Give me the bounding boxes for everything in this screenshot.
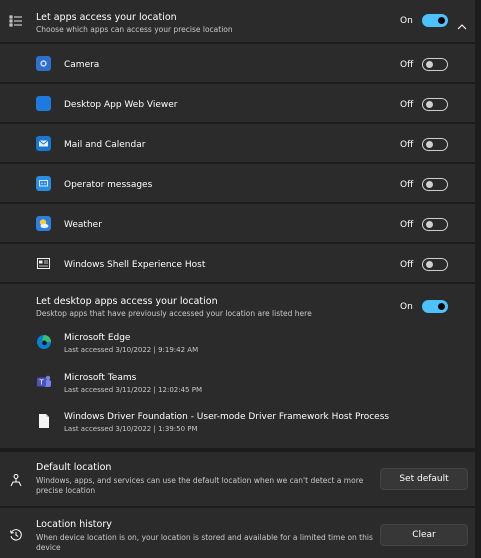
app-state-camera: Off (400, 60, 414, 70)
toggle-knob (426, 101, 433, 108)
apps-location-title: Let apps access your location (36, 12, 177, 23)
toggle-knob (438, 17, 445, 24)
web-viewer-toggle[interactable] (422, 98, 448, 111)
weather-icon (36, 216, 51, 231)
desktop-apps-section: Let desktop apps access your location De… (0, 284, 475, 448)
app-state-web-viewer: Off (400, 100, 414, 110)
app-name-weather: Weather (64, 220, 102, 230)
app-name-operator: Operator messages (64, 180, 153, 190)
operator-messages-icon (36, 176, 51, 191)
mail-icon (36, 136, 51, 151)
toggle-knob (426, 181, 433, 188)
weather-toggle[interactable] (422, 218, 448, 231)
app-row-mail[interactable]: Mail and Calendar Off (0, 124, 475, 162)
web-viewer-icon (36, 96, 51, 111)
app-state-operator: Off (400, 180, 414, 190)
set-default-button[interactable]: Set default (380, 468, 468, 490)
desktop-app-name-edge: Microsoft Edge (64, 333, 131, 343)
default-location-icon (9, 472, 23, 487)
desktop-apps-title: Let desktop apps access your location (36, 296, 218, 307)
location-history-card: Location history When device location is… (0, 508, 475, 558)
scrollbar-track[interactable] (475, 0, 481, 558)
file-icon (38, 413, 50, 429)
toggle-knob (426, 61, 433, 68)
location-settings-page: Let apps access your location Choose whi… (0, 0, 481, 558)
history-icon (9, 527, 23, 541)
app-name-camera: Camera (64, 60, 100, 70)
apps-location-subtitle: Choose which apps can access your precis… (36, 25, 233, 34)
default-location-subtitle-2: precise location (36, 486, 96, 495)
location-history-subtitle-2: device (36, 543, 61, 552)
app-state-weather: Off (400, 220, 414, 230)
app-row-operator[interactable]: Operator messages Off (0, 164, 475, 202)
location-history-subtitle-1: When device location is on, your locatio… (36, 533, 373, 542)
apps-location-header[interactable]: Let apps access your location Choose whi… (0, 0, 475, 42)
app-state-mail: Off (400, 140, 414, 150)
desktop-app-name-teams: Microsoft Teams (64, 373, 137, 383)
toggle-knob (426, 261, 433, 268)
default-location-subtitle-1: Windows, apps, and services can use the … (36, 476, 364, 485)
location-history-title: Location history (36, 519, 112, 530)
apps-location-state: On (400, 16, 413, 26)
app-row-camera[interactable]: Camera Off (0, 44, 475, 82)
teams-icon: T (36, 374, 52, 390)
chevron-up-icon[interactable] (457, 16, 467, 30)
desktop-app-accessed-driver-foundation: Last accessed 3/10/2022 | 1:39:50 PM (64, 425, 198, 433)
app-row-shell-host[interactable]: Windows Shell Experience Host Off (0, 244, 475, 282)
desktop-app-name-driver-foundation: Windows Driver Foundation - User-mode Dr… (64, 412, 390, 422)
clear-history-button[interactable]: Clear (380, 524, 468, 546)
app-name-mail: Mail and Calendar (64, 140, 146, 150)
operator-toggle[interactable] (422, 178, 448, 191)
desktop-apps-state: On (400, 302, 413, 312)
mail-toggle[interactable] (422, 138, 448, 151)
app-name-shell-host: Windows Shell Experience Host (64, 260, 206, 270)
shell-host-icon (36, 256, 51, 271)
toggle-knob (426, 141, 433, 148)
apps-location-toggle[interactable] (422, 14, 448, 27)
desktop-apps-subtitle: Desktop apps that have previously access… (36, 309, 312, 318)
desktop-app-accessed-teams: Last accessed 3/11/2022 | 12:02:45 PM (64, 386, 202, 394)
camera-toggle[interactable] (422, 58, 448, 71)
app-name-web-viewer: Desktop App Web Viewer (64, 100, 178, 110)
shell-host-toggle[interactable] (422, 258, 448, 271)
default-location-title: Default location (36, 462, 112, 473)
edge-icon (36, 334, 52, 350)
toggle-knob (426, 221, 433, 228)
list-icon (9, 13, 23, 27)
camera-icon (36, 56, 51, 71)
toggle-knob (438, 303, 445, 310)
app-row-web-viewer[interactable]: Desktop App Web Viewer Off (0, 84, 475, 122)
desktop-apps-toggle[interactable] (422, 300, 448, 313)
default-location-card: Default location Windows, apps, and serv… (0, 452, 475, 506)
app-row-weather[interactable]: Weather Off (0, 204, 475, 242)
app-state-shell-host: Off (400, 260, 414, 270)
desktop-app-accessed-edge: Last accessed 3/10/2022 | 9:19:42 AM (64, 346, 199, 354)
svg-text:T: T (38, 379, 44, 387)
